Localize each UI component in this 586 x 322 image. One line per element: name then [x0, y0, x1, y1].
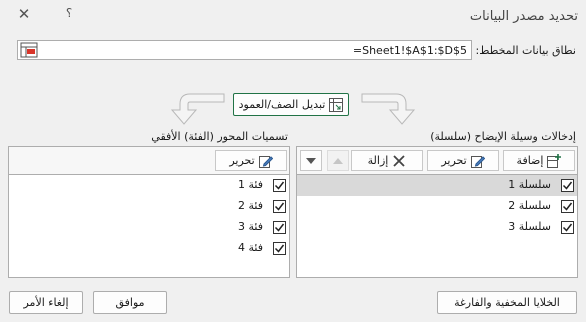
- add-icon: [547, 153, 562, 168]
- edit-icon: [258, 155, 273, 168]
- close-icon: ✕: [17, 5, 31, 23]
- edit-series-label: تحرير: [441, 154, 467, 167]
- checkmark-icon: [562, 202, 573, 211]
- checkmark-icon: [274, 244, 285, 253]
- edit-series-button[interactable]: تحرير: [427, 150, 499, 171]
- series-3-label: سلسلة 3: [508, 220, 551, 233]
- cancel-label: إلغاء الأمر: [23, 296, 69, 309]
- help-icon: ؟: [65, 6, 73, 20]
- move-up-button[interactable]: [327, 150, 349, 171]
- remove-series-button[interactable]: إزالة: [351, 150, 423, 171]
- category-row-1[interactable]: فئة 1: [9, 175, 289, 196]
- category-row-2[interactable]: فئة 2: [9, 196, 289, 217]
- category-2-checkbox[interactable]: [273, 200, 286, 213]
- help-button[interactable]: ؟: [62, 6, 76, 22]
- collapse-dialog-button[interactable]: [20, 42, 38, 58]
- remove-icon: [393, 154, 405, 167]
- axis-toolbar: تحرير: [9, 147, 289, 175]
- series-2-label: سلسلة 2: [508, 199, 551, 212]
- edit-axis-labels-label: تحرير: [229, 154, 255, 167]
- category-1-checkbox[interactable]: [273, 179, 286, 192]
- cancel-button[interactable]: إلغاء الأمر: [9, 291, 83, 314]
- range-label: نطاق بيانات المخطط:: [475, 44, 576, 57]
- ok-label: موافق: [115, 296, 145, 309]
- switch-row-column-icon: [329, 97, 344, 112]
- series-3-checkbox[interactable]: [561, 221, 574, 234]
- category-4-label: فئة 4: [238, 241, 263, 254]
- triangle-down-icon: [306, 157, 316, 164]
- series-row-3[interactable]: سلسلة 3: [297, 217, 577, 238]
- category-4-checkbox[interactable]: [273, 242, 286, 255]
- series-row-1[interactable]: سلسلة 1: [297, 175, 577, 196]
- checkmark-icon: [562, 223, 573, 232]
- checkmark-icon: [274, 202, 285, 211]
- legend-toolbar: إضافة تحرير إزالة: [297, 147, 577, 175]
- switch-row-column-button[interactable]: تبديل الصف/العمود: [233, 93, 349, 116]
- category-1-label: فئة 1: [238, 178, 263, 191]
- series-row-2[interactable]: سلسلة 2: [297, 196, 577, 217]
- hidden-empty-cells-label: الخلايا المخفية والفارغة: [454, 296, 560, 309]
- edit-axis-labels-button[interactable]: تحرير: [215, 150, 287, 171]
- series-1-label: سلسلة 1: [508, 178, 551, 191]
- left-swap-arrow-icon: [170, 93, 225, 125]
- remove-series-label: إزالة: [367, 154, 389, 167]
- dialog-title: تحديد مصدر البيانات: [469, 9, 578, 24]
- axis-labels-panel: تحرير فئة 1 فئة 2 فئة 3 فئة 4: [8, 146, 290, 278]
- axis-section-title: تسميات المحور (الفئة) الأفقي: [151, 130, 288, 143]
- category-3-checkbox[interactable]: [273, 221, 286, 234]
- range-select-icon: [20, 42, 38, 58]
- category-2-label: فئة 2: [238, 199, 263, 212]
- legend-entries-panel: إضافة تحرير إزالة سلسلة 1 سلسلة 2 سلسلة …: [296, 146, 578, 278]
- category-3-label: فئة 3: [238, 220, 263, 233]
- checkmark-icon: [274, 181, 285, 190]
- hidden-empty-cells-button[interactable]: الخلايا المخفية والفارغة: [437, 291, 577, 314]
- triangle-up-icon: [333, 157, 343, 164]
- series-1-checkbox[interactable]: [561, 179, 574, 192]
- category-row-4[interactable]: فئة 4: [9, 238, 289, 259]
- edit-icon: [470, 155, 485, 168]
- range-input[interactable]: =Sheet1!$A$1:$D$5: [17, 40, 472, 60]
- add-series-button[interactable]: إضافة: [503, 150, 575, 171]
- legend-section-title: إدخالات وسيلة الإيضاح (سلسلة): [430, 130, 576, 143]
- move-down-button[interactable]: [300, 150, 322, 171]
- series-2-checkbox[interactable]: [561, 200, 574, 213]
- close-button[interactable]: ✕: [14, 5, 34, 25]
- ok-button[interactable]: موافق: [93, 291, 167, 314]
- category-row-3[interactable]: فئة 3: [9, 217, 289, 238]
- add-series-label: إضافة: [516, 154, 544, 167]
- right-swap-arrow-icon: [361, 93, 416, 125]
- range-input-value: =Sheet1!$A$1:$D$5: [352, 44, 467, 57]
- checkmark-icon: [274, 223, 285, 232]
- checkmark-icon: [562, 181, 573, 190]
- switch-row-column-label: تبديل الصف/العمود: [238, 98, 326, 111]
